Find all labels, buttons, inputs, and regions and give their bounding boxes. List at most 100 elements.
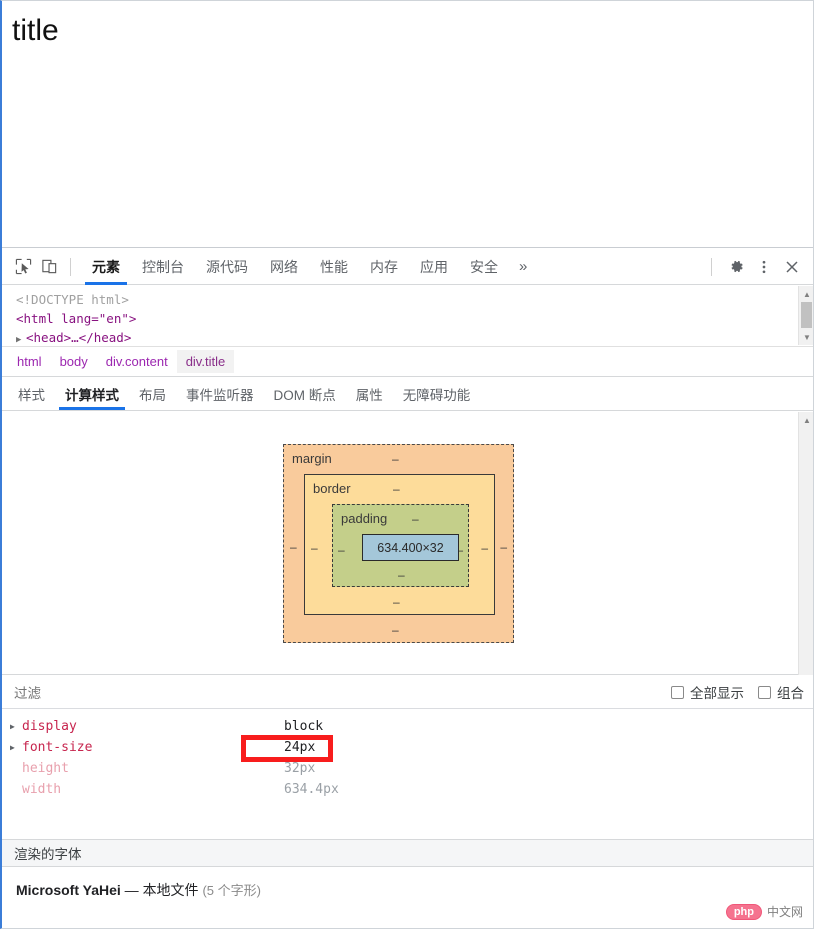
device-toolbar-icon[interactable]: [36, 254, 62, 280]
property-name-font-size: font-size: [22, 740, 93, 755]
toolbar-divider-right: [711, 257, 712, 276]
rendered-fonts-header: 渲染的字体: [2, 839, 813, 867]
box-model-diagram: margin – – – – border – – – – padding – …: [283, 444, 514, 643]
tab-security[interactable]: 安全: [459, 249, 509, 285]
rendered-fonts-body: Microsoft YaHei — 本地文件 (5 个字形): [2, 868, 813, 928]
expand-triangle-icon-font-size[interactable]: ▶: [10, 743, 22, 752]
box-model-padding-label: padding: [341, 511, 388, 526]
expand-triangle-icon[interactable]: ▶: [16, 331, 26, 345]
show-all-checkbox[interactable]: [671, 685, 684, 699]
tab-properties[interactable]: 属性: [346, 378, 393, 410]
property-name-height: height: [22, 761, 69, 776]
watermark-php-badge: php: [725, 903, 762, 920]
tab-sources[interactable]: 源代码: [195, 249, 259, 285]
property-row-height[interactable]: height 32px: [2, 758, 813, 779]
scroll-down-arrow-icon[interactable]: ▼: [799, 329, 813, 345]
rendered-font-separator: —: [124, 882, 139, 898]
property-value-width[interactable]: 634.4px: [284, 782, 339, 797]
tab-memory[interactable]: 内存: [359, 249, 409, 285]
watermark: php 中文网: [725, 903, 803, 920]
breadcrumb-item-body[interactable]: body: [51, 350, 97, 373]
box-model-margin[interactable]: margin – – – – border – – – – padding – …: [283, 444, 514, 643]
rendered-font-name: Microsoft YaHei: [16, 882, 121, 898]
breadcrumb-item-div-content[interactable]: div.content: [97, 350, 177, 373]
tab-elements[interactable]: 元素: [81, 249, 131, 285]
dom-line-head[interactable]: ▶ <head>…</head>: [16, 328, 798, 345]
tab-dom-breakpoints[interactable]: DOM 断点: [264, 378, 346, 410]
tab-network[interactable]: 网络: [259, 249, 309, 285]
border-top-value[interactable]: –: [393, 483, 400, 495]
group-checkbox[interactable]: [758, 685, 771, 699]
dom-tree-scrollbar[interactable]: ▲ ▼: [798, 286, 813, 345]
breadcrumb: html body div.content div.title: [2, 346, 813, 377]
styles-sub-tab-bar: 样式 计算样式 布局 事件监听器 DOM 断点 属性 无障碍功能: [2, 378, 813, 411]
property-value-display[interactable]: block: [284, 719, 323, 734]
padding-bottom-value[interactable]: –: [398, 569, 405, 581]
close-icon[interactable]: [778, 253, 806, 281]
breadcrumb-item-div-title[interactable]: div.title: [176, 350, 235, 373]
box-model-border[interactable]: border – – – – padding – – – – 634.400×3…: [304, 474, 495, 615]
tab-layout[interactable]: 布局: [129, 378, 176, 410]
breadcrumb-item-html[interactable]: html: [8, 350, 51, 373]
scrollbar-thumb[interactable]: [801, 302, 812, 328]
tab-application[interactable]: 应用: [409, 249, 459, 285]
property-value-font-size[interactable]: 24px: [284, 740, 315, 755]
inspect-cursor-icon[interactable]: [10, 254, 36, 280]
rendered-font-source: 本地文件: [142, 882, 199, 898]
computed-property-list: ▶ display block ▶ font-size 24px height …: [2, 711, 813, 839]
group-label: 组合: [777, 686, 804, 701]
tab-accessibility[interactable]: 无障碍功能: [393, 378, 481, 410]
margin-left-value[interactable]: –: [290, 541, 297, 553]
box-model-margin-label: margin: [292, 451, 332, 466]
border-bottom-value[interactable]: –: [393, 596, 400, 608]
page-title: title: [12, 14, 59, 47]
property-row-font-size[interactable]: ▶ font-size 24px: [2, 737, 813, 758]
scroll-up-arrow-icon[interactable]: ▲: [799, 286, 813, 302]
devtools-tab-bar: 元素 控制台 源代码 网络 性能 内存 应用 安全 »: [81, 249, 537, 285]
page-viewport: title: [2, 1, 813, 248]
property-name-width: width: [22, 782, 62, 797]
tab-computed[interactable]: 计算样式: [55, 378, 129, 410]
dom-line-head-text: <head>…</head>: [26, 330, 132, 345]
box-model-padding[interactable]: padding – – – – 634.400×32: [332, 504, 469, 587]
padding-top-value[interactable]: –: [412, 513, 419, 525]
rendered-font-glyph-count: (5 个字形): [202, 883, 261, 898]
toolbar-right-actions: [707, 253, 813, 281]
box-model-content-size[interactable]: 634.400×32: [362, 534, 459, 561]
show-all-label: 全部显示: [690, 686, 744, 701]
dom-line-doctype[interactable]: <!DOCTYPE html>: [16, 290, 798, 309]
kebab-menu-icon[interactable]: [750, 253, 778, 281]
property-row-display[interactable]: ▶ display block: [2, 716, 813, 737]
gear-icon[interactable]: [722, 253, 750, 281]
computed-pane-scrollbar[interactable]: ▲: [798, 412, 813, 675]
tab-styles[interactable]: 样式: [8, 378, 55, 410]
filter-input[interactable]: 过滤: [14, 682, 41, 702]
tab-performance[interactable]: 性能: [309, 249, 359, 285]
computed-filter-row: 过滤 全部显示 组合: [2, 676, 813, 709]
property-row-width[interactable]: width 634.4px: [2, 779, 813, 800]
property-name-display: display: [22, 719, 77, 734]
tab-console[interactable]: 控制台: [131, 249, 195, 285]
margin-bottom-value[interactable]: –: [392, 624, 399, 636]
toolbar-divider: [70, 257, 71, 276]
tab-overflow-chevron-icon[interactable]: »: [509, 249, 537, 285]
filter-options: 全部显示 组合: [671, 682, 804, 702]
dom-tree-panel[interactable]: <!DOCTYPE html> <html lang="en"> ▶ <head>…: [2, 286, 813, 345]
property-value-height[interactable]: 32px: [284, 761, 315, 776]
margin-right-value[interactable]: –: [500, 541, 507, 553]
margin-top-value[interactable]: –: [392, 453, 399, 465]
devtools-screenshot: title 元素 控制台 源代码 网络 性能 内存 应用 安全 » <!DOCT…: [0, 0, 814, 929]
dom-line-html[interactable]: <html lang="en">: [16, 309, 798, 328]
border-left-value[interactable]: –: [311, 542, 318, 554]
show-all-checkbox-row[interactable]: 全部显示: [671, 682, 744, 702]
padding-left-value[interactable]: –: [338, 544, 345, 556]
dom-tree-lines: <!DOCTYPE html> <html lang="en"> ▶ <head>…: [2, 286, 798, 345]
box-model-border-label: border: [313, 481, 351, 496]
tab-event-listeners[interactable]: 事件监听器: [176, 378, 264, 410]
expand-triangle-icon-display[interactable]: ▶: [10, 722, 22, 731]
watermark-text: 中文网: [766, 905, 803, 919]
devtools-toolbar: 元素 控制台 源代码 网络 性能 内存 应用 安全 »: [2, 249, 813, 285]
border-right-value[interactable]: –: [481, 542, 488, 554]
scroll-up-arrow-icon-2[interactable]: ▲: [799, 412, 813, 428]
group-checkbox-row[interactable]: 组合: [758, 682, 804, 702]
